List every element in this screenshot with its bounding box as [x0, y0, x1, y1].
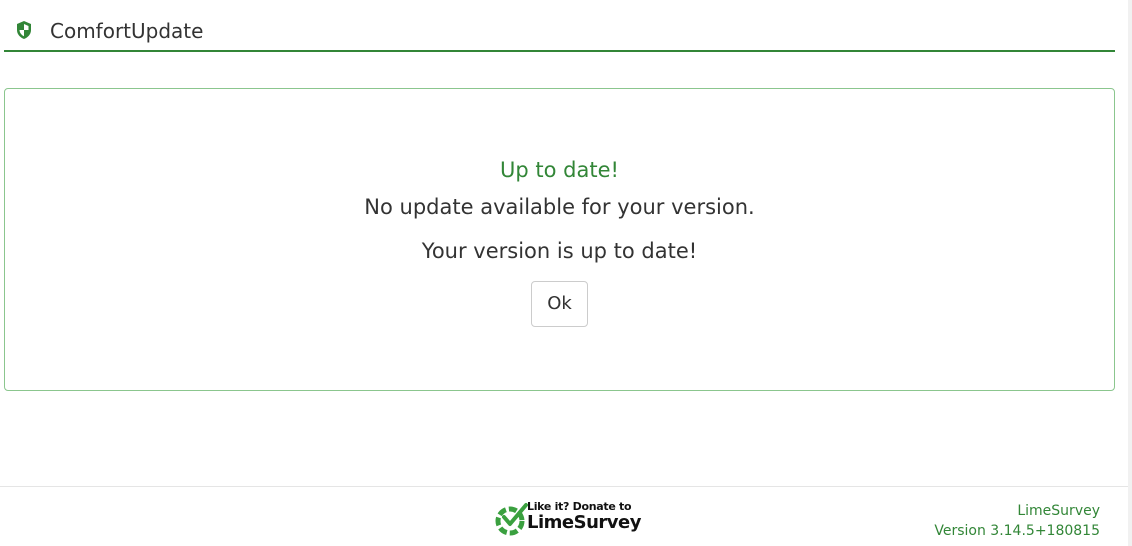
page-header: ComfortUpdate	[4, 0, 1115, 52]
donate-link[interactable]: Like it? Donate to LimeSurvey	[495, 500, 641, 538]
donate-brand: LimeSurvey	[527, 512, 641, 533]
scrollbar-track[interactable]	[1128, 0, 1132, 546]
version-text: Version 3.14.5+180815	[934, 523, 1100, 539]
ok-button[interactable]: Ok	[531, 281, 588, 327]
limesurvey-logo-icon	[495, 502, 529, 536]
status-detail: Your version is up to date!	[421, 239, 698, 263]
status-message: No update available for your version.	[364, 195, 755, 219]
limesurvey-link[interactable]: LimeSurvey	[1017, 502, 1100, 520]
page: ComfortUpdate Up to date! No update avai…	[0, 0, 1132, 546]
page-footer: Like it? Donate to LimeSurvey LimeSurvey…	[0, 486, 1128, 546]
status-heading: Up to date!	[500, 158, 619, 182]
update-status-panel: Up to date! No update available for your…	[4, 88, 1115, 391]
page-title: ComfortUpdate	[50, 19, 204, 43]
shield-icon	[15, 20, 33, 40]
